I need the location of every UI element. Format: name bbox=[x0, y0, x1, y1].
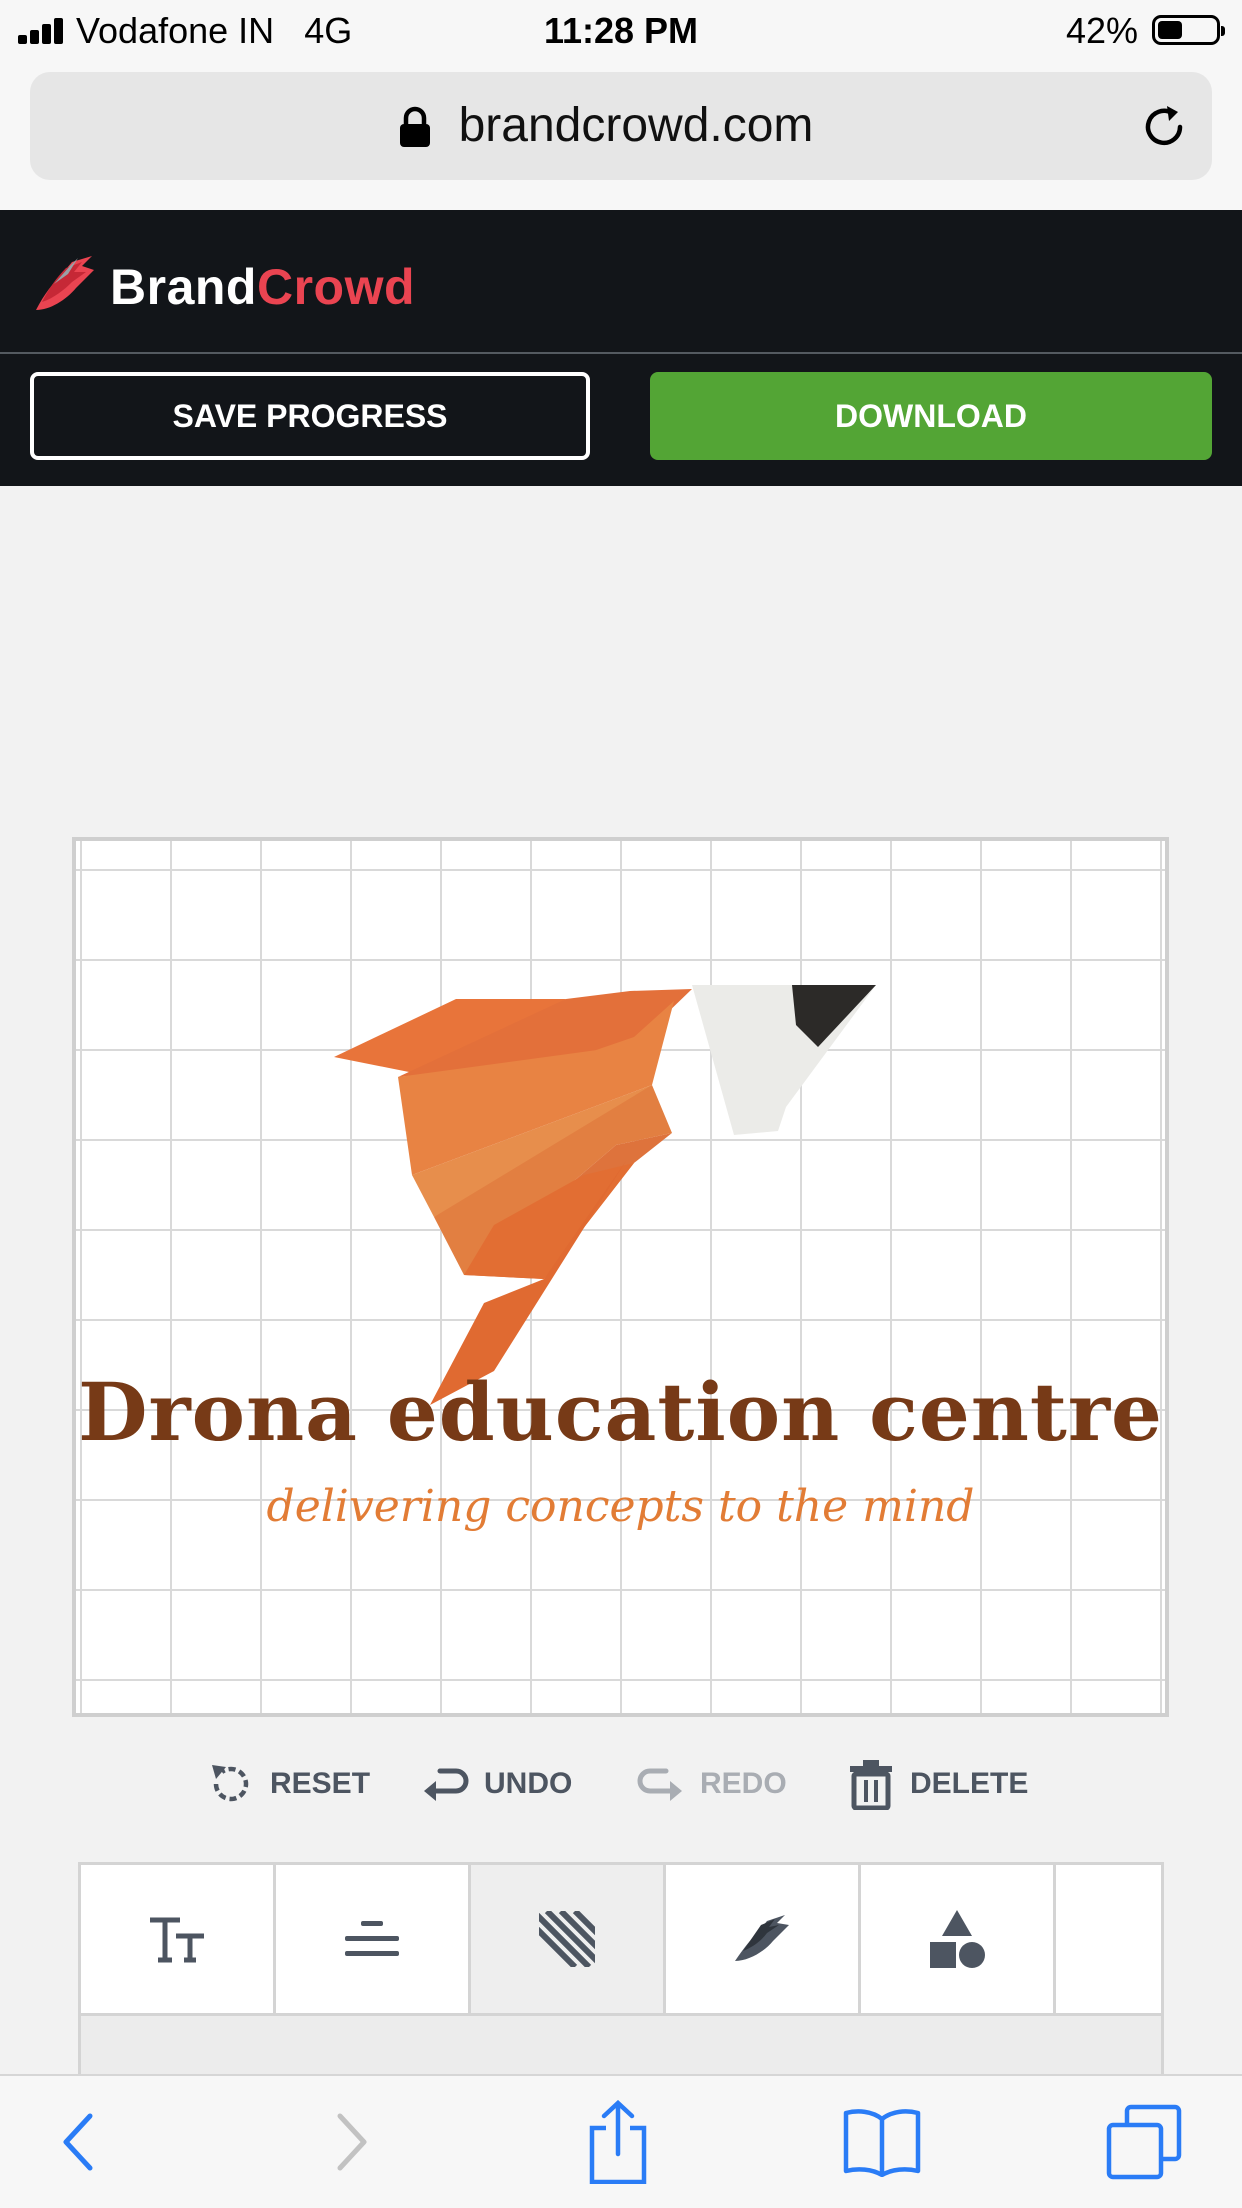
pattern-icon bbox=[539, 1911, 595, 1967]
logo-tagline[interactable]: delivering concepts to the mind bbox=[76, 1481, 1165, 1532]
browser-toolbar bbox=[0, 2074, 1242, 2208]
tab-shapes[interactable] bbox=[861, 1865, 1056, 2013]
trash-icon bbox=[850, 1760, 892, 1810]
undo-button[interactable]: UNDO bbox=[420, 1758, 572, 1810]
tabs-button[interactable] bbox=[1104, 2100, 1184, 2184]
align-icon bbox=[345, 1921, 399, 1956]
delete-button[interactable]: DELETE bbox=[846, 1758, 1028, 1810]
forward-button[interactable] bbox=[312, 2100, 392, 2184]
forward-icon bbox=[337, 2113, 367, 2171]
editor-tabs bbox=[78, 1862, 1164, 2016]
tab-text[interactable] bbox=[81, 1865, 276, 2013]
share-button[interactable] bbox=[578, 2100, 658, 2184]
undo-icon bbox=[424, 1768, 469, 1801]
address-bar[interactable]: brandcrowd.com bbox=[30, 72, 1212, 180]
logo-company-name[interactable]: Drona education centre bbox=[76, 1365, 1165, 1459]
text-size-icon bbox=[150, 1917, 204, 1963]
shapes-icon bbox=[930, 1910, 985, 1968]
reset-icon bbox=[212, 1765, 249, 1802]
back-icon bbox=[63, 2113, 93, 2171]
symbol-icon bbox=[735, 1915, 789, 1961]
reset-label: RESET bbox=[270, 1767, 371, 1800]
tab-align[interactable] bbox=[276, 1865, 471, 2013]
bookmarks-icon bbox=[843, 2109, 921, 2177]
editor-panel bbox=[78, 2016, 1164, 2076]
action-bar: SAVE PROGRESS DOWNLOAD bbox=[0, 354, 1242, 486]
pencil-rocket-logo[interactable] bbox=[334, 985, 994, 1405]
status-bar: Vodafone IN 4G 11:28 PM 42% bbox=[0, 0, 1242, 62]
save-progress-button[interactable]: SAVE PROGRESS bbox=[30, 372, 590, 460]
tab-symbol[interactable] bbox=[666, 1865, 861, 2013]
share-icon bbox=[589, 2100, 647, 2184]
battery-percent: 42% bbox=[1065, 10, 1138, 51]
design-canvas[interactable]: Drona education centre delivering concep… bbox=[72, 837, 1169, 1717]
reset-button[interactable]: RESET bbox=[206, 1758, 370, 1810]
battery-icon bbox=[1152, 15, 1225, 45]
delete-label: DELETE bbox=[910, 1767, 1029, 1800]
browser-address-area: brandcrowd.com bbox=[0, 62, 1242, 210]
download-button[interactable]: DOWNLOAD bbox=[650, 372, 1212, 460]
tab-more[interactable] bbox=[1056, 1865, 1161, 2013]
brandcrowd-logo-icon[interactable] bbox=[32, 254, 102, 316]
redo-button[interactable]: REDO bbox=[636, 1758, 787, 1810]
tab-pattern[interactable] bbox=[471, 1865, 666, 2013]
tabs-icon bbox=[1106, 2104, 1182, 2180]
edit-tools: RESET UNDO REDO DELETE bbox=[0, 1748, 1242, 1818]
url-text: brandcrowd.com bbox=[458, 99, 814, 152]
redo-icon bbox=[637, 1768, 682, 1801]
redo-label: REDO bbox=[700, 1767, 787, 1800]
back-button[interactable] bbox=[38, 2100, 118, 2184]
undo-label: UNDO bbox=[484, 1767, 573, 1800]
reload-icon[interactable] bbox=[1140, 102, 1190, 152]
brand-name[interactable]: BrandCrowd bbox=[110, 258, 415, 316]
bookmarks-button[interactable] bbox=[842, 2100, 922, 2184]
site-header: BrandCrowd bbox=[0, 210, 1242, 354]
clock: 11:28 PM bbox=[543, 10, 699, 51]
